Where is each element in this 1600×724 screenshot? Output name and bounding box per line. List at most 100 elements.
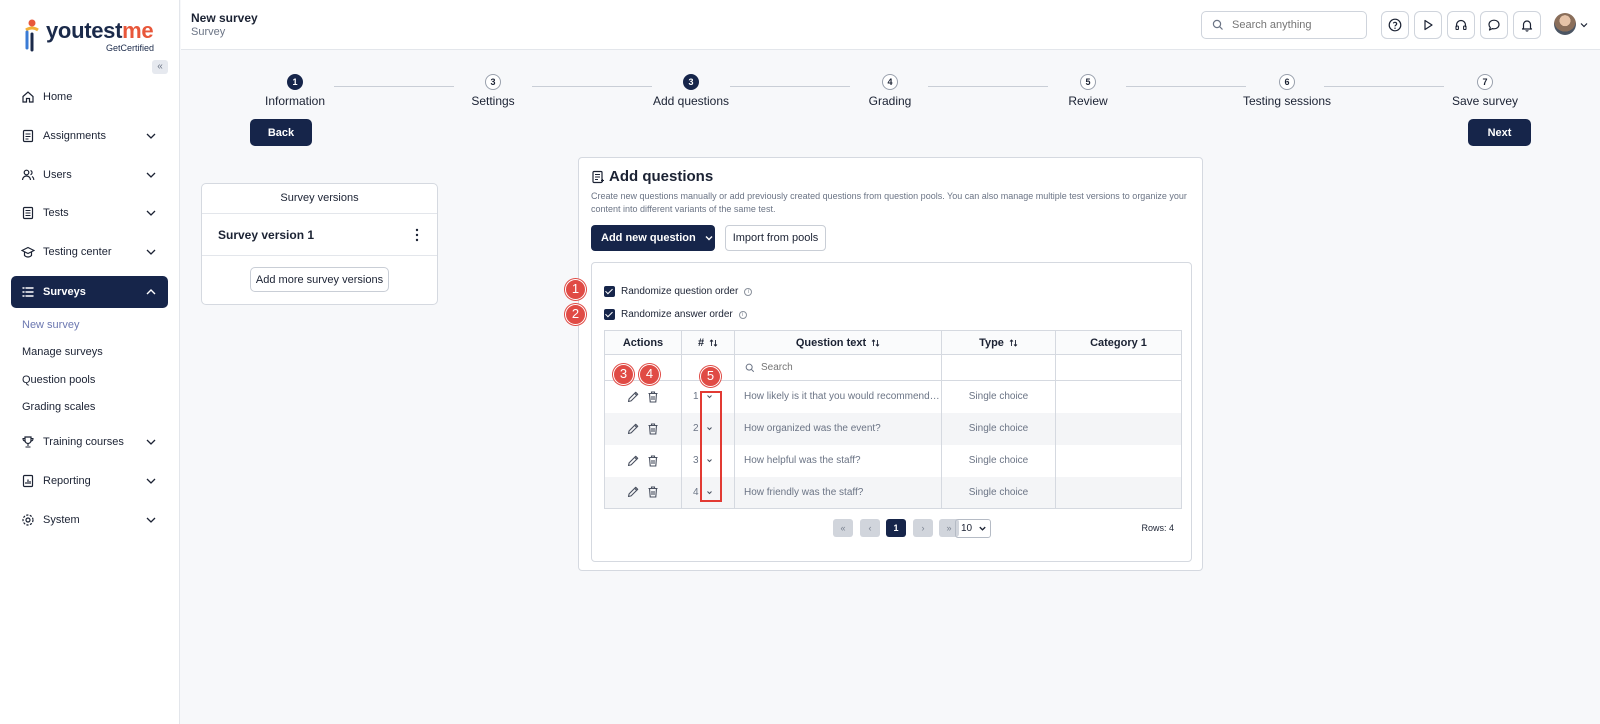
chevron-down-icon: [146, 133, 156, 139]
question-text-cell[interactable]: How likely is it that you would recommen…: [734, 380, 942, 413]
step-4-marker[interactable]: 4: [882, 74, 898, 90]
sidebar-item-surveys[interactable]: Surveys: [11, 276, 168, 308]
sort-icon[interactable]: [1009, 338, 1018, 347]
chevron-down-icon: [146, 172, 156, 178]
sidebar-item-users[interactable]: Users: [11, 159, 168, 191]
stepper-connector: [532, 86, 652, 87]
question-text-cell[interactable]: How helpful was the staff?: [734, 444, 942, 477]
column-header-number[interactable]: #: [681, 330, 735, 355]
logo-tagline: GetCertified: [105, 43, 154, 53]
sidebar-subitem-new-survey[interactable]: New survey: [22, 319, 79, 331]
import-from-pools-button[interactable]: Import from pools: [725, 225, 826, 251]
logo-mark-icon: [25, 19, 39, 52]
info-icon[interactable]: i: [738, 310, 747, 319]
chevron-down-icon[interactable]: [1579, 20, 1589, 30]
sidebar-item-label: Reporting: [43, 475, 91, 487]
step-7-label[interactable]: Save survey: [1452, 94, 1518, 108]
randomize-answer-checkbox[interactable]: [604, 309, 615, 320]
sidebar-item-training-courses[interactable]: Training courses: [11, 426, 168, 458]
question-text-cell[interactable]: How organized was the event?: [734, 412, 942, 445]
play-tutorial-button[interactable]: [1414, 11, 1442, 39]
step-5-marker[interactable]: 5: [1080, 74, 1096, 90]
column-header-type[interactable]: Type: [941, 330, 1056, 355]
back-button[interactable]: Back: [250, 119, 312, 146]
survey-versions-card: Survey versions Survey version 1 Add mor…: [201, 183, 438, 305]
question-search-cell[interactable]: [734, 354, 942, 381]
question-type-cell: Single choice: [941, 380, 1056, 413]
step-5-label[interactable]: Review: [1068, 94, 1107, 108]
step-3-marker[interactable]: 3: [683, 74, 699, 90]
step-4-label[interactable]: Grading: [869, 94, 912, 108]
chat-button[interactable]: [1480, 11, 1508, 39]
column-header-category: Category 1: [1055, 330, 1182, 355]
sidebar-item-reporting[interactable]: Reporting: [11, 465, 168, 497]
sidebar-item-label: Tests: [43, 207, 69, 219]
delete-trash-icon[interactable]: [646, 422, 660, 436]
question-category-cell: [1055, 380, 1182, 413]
sidebar-item-assignments[interactable]: Assignments: [11, 120, 168, 152]
sidebar-subitem-question-pools[interactable]: Question pools: [22, 374, 95, 386]
sidebar-subitem-manage-surveys[interactable]: Manage surveys: [22, 346, 103, 358]
app-logo[interactable]: youtestme GetCertified: [22, 16, 162, 56]
step-6-label[interactable]: Testing sessions: [1243, 94, 1331, 108]
table-row: 2 How organized was the event? Single ch…: [604, 412, 1182, 445]
page-1-button[interactable]: 1: [886, 519, 906, 537]
sidebar-item-testing-center[interactable]: Testing center: [11, 236, 168, 268]
add-new-question-button[interactable]: Add new question: [591, 225, 715, 251]
callout-badge-5: 5: [700, 366, 721, 387]
delete-trash-icon[interactable]: [646, 454, 660, 468]
sort-icon[interactable]: [871, 338, 880, 347]
sidebar-item-home[interactable]: Home: [11, 81, 168, 113]
avatar[interactable]: [1554, 13, 1576, 35]
survey-version-label: Survey version 1: [218, 227, 315, 242]
question-search-input[interactable]: [761, 362, 931, 373]
chevron-down-icon: [979, 526, 986, 531]
prev-page-button[interactable]: ‹: [860, 519, 880, 537]
randomize-answer-label: Randomize answer order: [621, 309, 733, 320]
randomize-question-checkbox[interactable]: [604, 286, 615, 297]
sidebar-collapse-button[interactable]: «: [152, 60, 168, 74]
survey-version-item[interactable]: Survey version 1: [202, 214, 437, 256]
edit-pencil-icon[interactable]: [626, 422, 640, 436]
notifications-button[interactable]: [1513, 11, 1541, 39]
info-icon[interactable]: i: [744, 287, 753, 296]
step-1-marker[interactable]: 1: [287, 74, 303, 90]
kebab-menu-icon[interactable]: [415, 228, 419, 242]
next-button[interactable]: Next: [1468, 119, 1531, 146]
global-search[interactable]: [1201, 11, 1367, 39]
randomize-answer-row[interactable]: Randomize answer order i: [604, 309, 747, 320]
sort-icon[interactable]: [709, 338, 718, 347]
step-2-marker[interactable]: 3: [485, 74, 501, 90]
step-7-marker[interactable]: 7: [1477, 74, 1493, 90]
next-page-button[interactable]: ›: [913, 519, 933, 537]
delete-trash-icon[interactable]: [646, 390, 660, 404]
stepper-connector: [1324, 86, 1444, 87]
column-header-question-text[interactable]: Question text: [734, 330, 942, 355]
sidebar-subitem-grading-scales[interactable]: Grading scales: [22, 401, 95, 413]
step-1-label[interactable]: Information: [265, 94, 325, 108]
chevron-down-icon: [146, 439, 156, 445]
edit-pencil-icon[interactable]: [626, 485, 640, 499]
step-2-label[interactable]: Settings: [471, 94, 514, 108]
randomize-question-row[interactable]: Randomize question order i: [604, 286, 753, 297]
sidebar-item-label: Assignments: [43, 130, 106, 142]
support-button[interactable]: [1447, 11, 1475, 39]
sidebar-item-label: Users: [43, 169, 72, 181]
sidebar-item-label: Surveys: [43, 286, 86, 298]
first-page-button[interactable]: «: [833, 519, 853, 537]
edit-pencil-icon[interactable]: [626, 454, 640, 468]
sidebar-item-system[interactable]: System: [11, 504, 168, 536]
step-6-marker[interactable]: 6: [1279, 74, 1295, 90]
step-3-label[interactable]: Add questions: [653, 94, 729, 108]
search-input[interactable]: [1232, 19, 1362, 31]
edit-pencil-icon[interactable]: [626, 390, 640, 404]
page-size-select[interactable]: 10: [955, 519, 991, 538]
sidebar-item-tests[interactable]: Tests: [11, 197, 168, 229]
delete-trash-icon[interactable]: [646, 485, 660, 499]
question-text-cell[interactable]: How friendly was the staff?: [734, 476, 942, 509]
users-icon: [21, 168, 35, 182]
help-button[interactable]: [1381, 11, 1409, 39]
panel-description: Create new questions manually or add pre…: [591, 191, 1187, 214]
question-type-cell: Single choice: [941, 444, 1056, 477]
add-more-versions-button[interactable]: Add more survey versions: [250, 267, 389, 292]
